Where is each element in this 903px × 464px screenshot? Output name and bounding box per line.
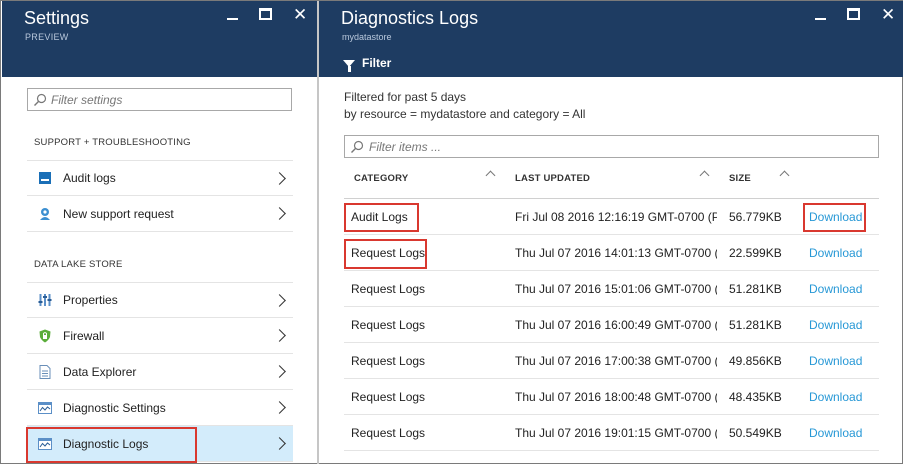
chevron-right-icon — [273, 171, 286, 185]
cell-last-updated: Thu Jul 07 2016 15:01:06 GMT-0700 (... — [515, 282, 717, 296]
chevron-right-icon — [273, 207, 286, 220]
filter-button[interactable]: Filter — [343, 54, 391, 72]
sidebar-item-label: Properties — [63, 293, 118, 307]
cell-size: 50.549KB — [729, 426, 782, 440]
settings-blade-subtitle: PREVIEW — [25, 32, 69, 42]
document-icon — [39, 364, 51, 379]
sidebar-item-firewall[interactable]: Firewall — [27, 318, 293, 354]
sidebar-item-label: Audit logs — [63, 171, 116, 185]
table-row[interactable]: Request Logs Thu Jul 07 2016 14:01:13 GM… — [344, 235, 879, 271]
sidebar-item-properties[interactable]: Properties — [27, 282, 293, 318]
sidebar-item-label: Firewall — [63, 328, 105, 343]
download-link[interactable]: Download — [809, 210, 869, 224]
cell-category: Request Logs — [351, 426, 426, 440]
cell-last-updated: Thu Jul 07 2016 17:00:38 GMT-0700 (... — [515, 354, 717, 368]
settings-blade-header: Settings PREVIEW ✕ — [2, 1, 317, 77]
sort-up-icon[interactable] — [485, 170, 496, 181]
cell-category: Request Logs — [351, 390, 426, 404]
download-link[interactable]: Download — [809, 426, 869, 440]
logs-blade-title: Diagnostics Logs — [341, 8, 479, 28]
filter-items-input[interactable] — [369, 139, 849, 154]
cell-size: 22.599KB — [729, 246, 782, 260]
portal-window: Settings PREVIEW ✕ Diagnostics Logs myda… — [0, 0, 903, 464]
chevron-right-icon — [273, 365, 286, 378]
filter-summary-line1: Filtered for past 5 days — [344, 90, 467, 104]
cell-category: Request Logs — [351, 246, 426, 260]
table-row[interactable]: Request Logs Thu Jul 07 2016 16:00:49 GM… — [344, 307, 879, 343]
cell-last-updated: Thu Jul 07 2016 14:01:13 GMT-0700 (... — [515, 246, 717, 260]
filter-settings-input[interactable] — [51, 92, 271, 107]
minimize-icon[interactable] — [227, 18, 238, 20]
table-row[interactable]: Audit Logs Fri Jul 08 2016 12:16:19 GMT-… — [344, 199, 879, 235]
download-link[interactable]: Download — [809, 246, 869, 260]
cell-size: 48.435KB — [729, 390, 782, 404]
diagnostic-settings-icon — [38, 401, 52, 414]
sidebar-item-label: Diagnostic Settings — [63, 400, 166, 415]
close-icon[interactable]: ✕ — [293, 5, 307, 25]
download-link[interactable]: Download — [809, 282, 869, 296]
minimize-icon[interactable] — [815, 18, 826, 20]
support-icon — [40, 207, 50, 220]
sidebar-item-label: Diagnostic Logs — [63, 436, 149, 451]
maximize-icon[interactable] — [259, 8, 272, 20]
logs-blade-header: Diagnostics Logs mydatastore ✕ Filter — [319, 1, 903, 77]
sidebar-item-audit-logs[interactable]: Audit logs — [27, 160, 293, 196]
table-row[interactable]: Request Logs Thu Jul 07 2016 18:00:48 GM… — [344, 379, 879, 415]
cell-size: 49.856KB — [729, 354, 782, 368]
chevron-right-icon — [273, 401, 286, 414]
cell-last-updated: Thu Jul 07 2016 19:01:15 GMT-0700 (... — [515, 426, 717, 440]
sidebar-item-label: Data Explorer — [63, 364, 137, 379]
column-header-category[interactable]: CATEGORY — [354, 173, 408, 184]
filter-settings-search[interactable] — [27, 88, 292, 111]
sidebar-item-data-explorer[interactable]: Data Explorer — [27, 354, 293, 390]
sidebar-item-new-support-request[interactable]: New support request — [27, 196, 293, 232]
firewall-shield-icon — [39, 329, 51, 342]
section-header-data-lake-store: DATA LAKE STORE — [34, 259, 123, 270]
cell-category: Request Logs — [351, 282, 426, 296]
sort-up-icon[interactable] — [699, 170, 710, 181]
cell-last-updated: Thu Jul 07 2016 18:00:48 GMT-0700 (... — [515, 390, 717, 404]
cell-category: Request Logs — [351, 318, 426, 332]
chevron-right-icon — [273, 437, 286, 450]
download-link[interactable]: Download — [809, 318, 869, 332]
table-row[interactable]: Request Logs Thu Jul 07 2016 17:00:38 GM… — [344, 343, 879, 379]
cell-category: Request Logs — [351, 354, 426, 368]
cell-size: 51.281KB — [729, 282, 782, 296]
cell-last-updated: Thu Jul 07 2016 16:00:49 GMT-0700 (... — [515, 318, 717, 332]
audit-logs-icon — [39, 172, 51, 184]
column-header-last-updated[interactable]: LAST UPDATED — [515, 173, 590, 184]
sidebar-item-diagnostic-logs[interactable]: Diagnostic Logs — [27, 426, 293, 462]
settings-blade-title: Settings — [24, 8, 90, 28]
sidebar-item-diagnostic-settings[interactable]: Diagnostic Settings — [27, 390, 293, 426]
sort-up-icon[interactable] — [779, 170, 790, 181]
filter-summary-line2: by resource = mydatastore and category =… — [344, 107, 586, 121]
diagnostic-logs-icon — [38, 437, 52, 450]
filter-funnel-icon — [343, 59, 355, 72]
chevron-right-icon — [273, 329, 286, 342]
close-icon[interactable]: ✕ — [881, 5, 895, 25]
download-link[interactable]: Download — [809, 390, 869, 404]
download-link[interactable]: Download — [809, 354, 869, 368]
filter-button-label: Filter — [362, 56, 392, 70]
cell-size: 56.779KB — [729, 210, 782, 224]
table-row[interactable]: Request Logs Thu Jul 07 2016 15:01:06 GM… — [344, 271, 879, 307]
sidebar-item-label: New support request — [63, 206, 174, 221]
table-row[interactable]: Request Logs Thu Jul 07 2016 19:01:15 GM… — [344, 415, 879, 451]
properties-icon — [38, 294, 52, 306]
cell-category: Audit Logs — [351, 210, 408, 224]
chevron-right-icon — [273, 293, 286, 307]
column-header-size[interactable]: SIZE — [729, 173, 751, 184]
search-icon — [34, 93, 47, 106]
search-icon — [351, 140, 364, 153]
section-header-support: SUPPORT + TROUBLESHOOTING — [34, 137, 191, 148]
maximize-icon[interactable] — [847, 8, 860, 20]
cell-last-updated: Fri Jul 08 2016 12:16:19 GMT-0700 (P... — [515, 210, 717, 224]
logs-blade-subtitle: mydatastore — [342, 32, 392, 42]
cell-size: 51.281KB — [729, 318, 782, 332]
filter-items-search[interactable] — [344, 135, 879, 158]
